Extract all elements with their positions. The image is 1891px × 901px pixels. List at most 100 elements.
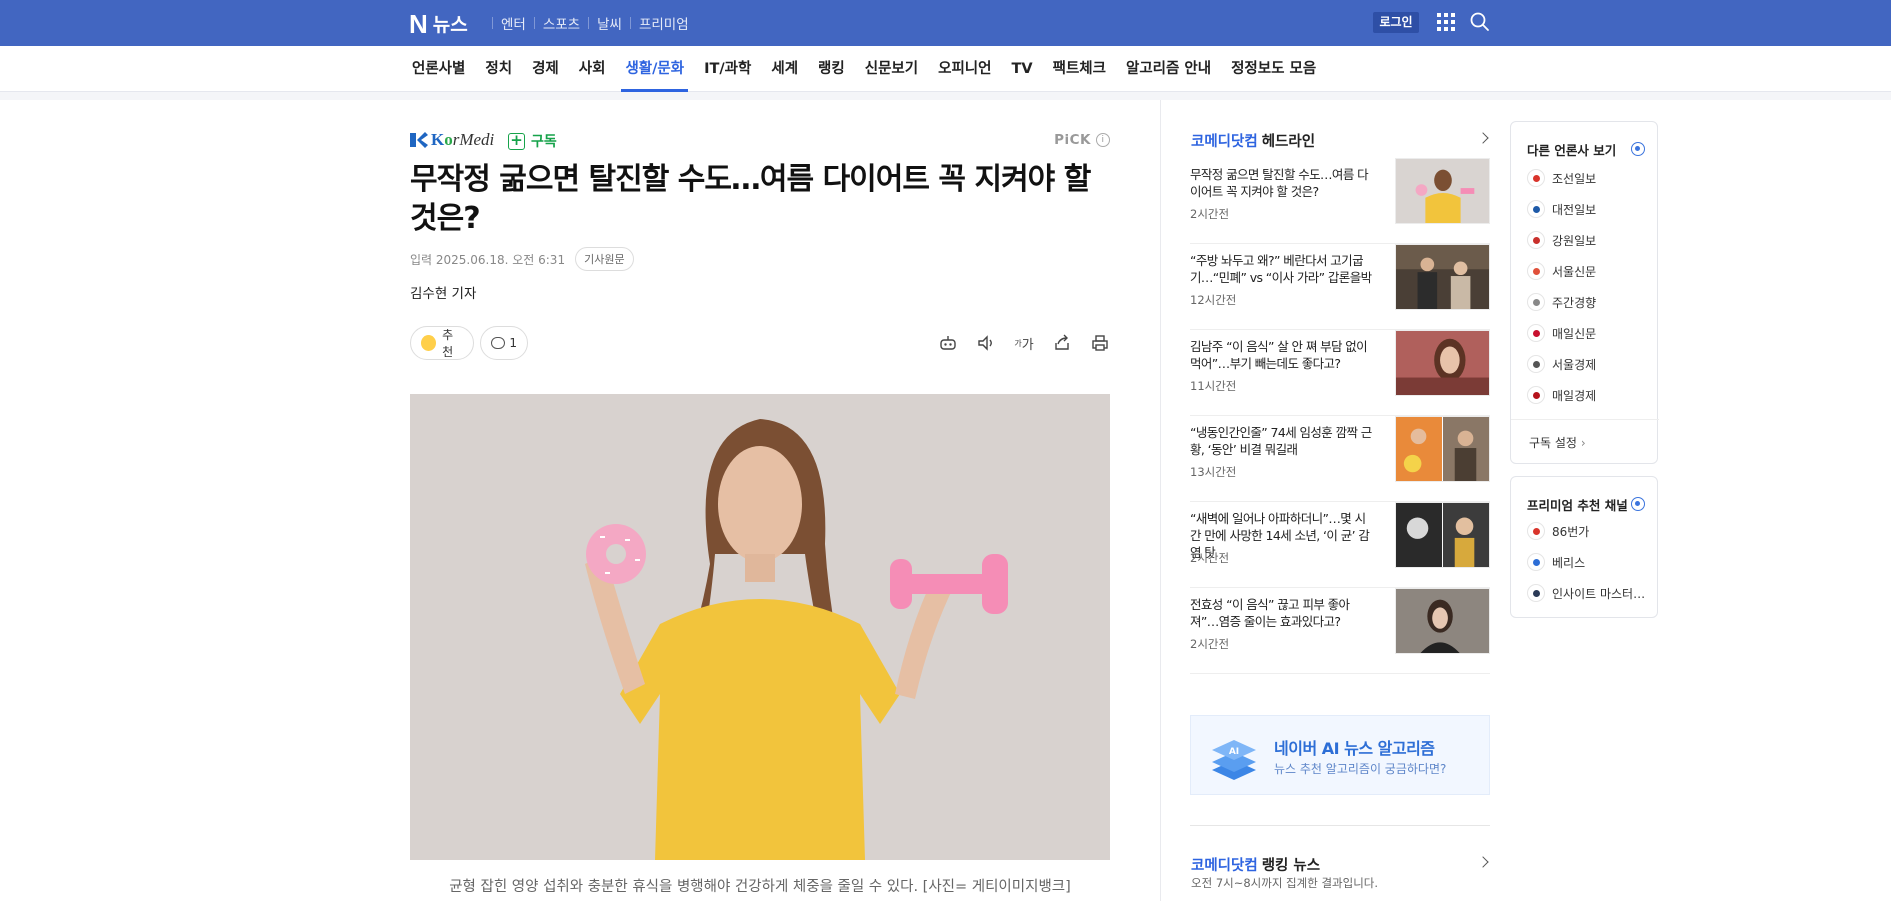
press-item-chosun[interactable]: 조선일보	[1527, 169, 1596, 187]
headline-item[interactable]: 무작정 굶으면 탈진할 수도…여름 다이어트 꼭 지켜야 할 것은? 2시간전	[1190, 158, 1490, 244]
press-logo[interactable]: KorMedi	[410, 130, 494, 150]
login-button[interactable]: 로그인	[1373, 12, 1419, 33]
global-nav-bar: N 뉴스 엔터 스포츠 날씨 프리미엄 로그인	[0, 0, 1891, 46]
press-item-weekly-kyunghyang[interactable]: 주간경향	[1527, 293, 1596, 311]
tab-politics[interactable]: 정치	[485, 46, 512, 92]
headline-item[interactable]: “냉동인간인줄” 74세 임성훈 깜짝 근황, ‘동안’ 비결 뭐길래 13시간…	[1190, 416, 1490, 502]
press-item-daejeon[interactable]: 대전일보	[1527, 200, 1596, 218]
share-icon[interactable]	[1052, 333, 1072, 353]
headline-thumbnail	[1395, 502, 1490, 568]
press-item-maeil-economy[interactable]: 매일경제	[1527, 386, 1596, 404]
divider	[629, 17, 631, 29]
font-size-icon[interactable]: 가가	[1014, 333, 1034, 353]
channel-label: 86번가	[1552, 524, 1590, 539]
subscribe-button[interactable]: + 구독	[508, 131, 557, 151]
press-item-label: 서울경제	[1552, 357, 1597, 372]
ranking-section-header[interactable]: 코메디닷컴 랭킹 뉴스	[1191, 854, 1491, 875]
headline-time: 11시간전	[1190, 379, 1237, 393]
print-icon[interactable]	[1090, 333, 1110, 353]
channel-avatar	[1527, 553, 1545, 571]
naver-n-logo: N	[409, 8, 428, 39]
ai-layers-icon: AI	[1212, 740, 1256, 780]
summary-bot-icon[interactable]	[938, 333, 958, 353]
article-photo	[410, 394, 1110, 860]
service-link-entertainment[interactable]: 엔터	[501, 13, 526, 33]
service-link-weather[interactable]: 날씨	[597, 13, 622, 33]
press-item-seoul-economy[interactable]: 서울경제	[1527, 355, 1596, 373]
channel-label: 베리스	[1552, 555, 1586, 570]
comment-button[interactable]: 1	[480, 326, 528, 360]
tab-opinion[interactable]: 오피니언	[938, 46, 991, 92]
tab-economy[interactable]: 경제	[532, 46, 559, 92]
tab-life-culture[interactable]: 생활/문화	[621, 46, 688, 92]
article-tools: 가가	[920, 333, 1110, 353]
press-logo-icon	[1527, 293, 1545, 311]
divider	[1190, 825, 1490, 826]
press-item-label: 조선일보	[1552, 171, 1597, 186]
plus-icon: +	[508, 132, 525, 150]
original-article-link[interactable]: 기사원문	[575, 247, 634, 271]
tab-newspaper[interactable]: 신문보기	[865, 46, 918, 92]
divider	[533, 17, 535, 29]
tab-ranking[interactable]: 랭킹	[818, 46, 845, 92]
speaker-icon[interactable]	[976, 333, 996, 353]
subscription-settings-link[interactable]: 구독 설정 ›	[1529, 434, 1586, 451]
service-link-premium[interactable]: 프리미엄	[639, 13, 689, 33]
headline-time: 13시간전	[1190, 465, 1237, 479]
tab-algorithm[interactable]: 알고리즘 안내	[1126, 46, 1211, 92]
pick-label: PiCK	[1054, 132, 1091, 148]
headline-time: 2시간전	[1190, 207, 1230, 221]
press-item-seoul-shinmun[interactable]: 서울신문	[1527, 262, 1596, 280]
search-icon[interactable]	[1469, 11, 1491, 33]
headline-time: 12시간전	[1190, 293, 1237, 307]
tab-factcheck[interactable]: 팩트체크	[1053, 46, 1106, 92]
headline-thumbnail	[1395, 158, 1490, 224]
premium-channels-card: 프리미엄 추천 채널 86번가 베리스 인사이트 마스터…	[1510, 476, 1658, 618]
settings-label: 구독 설정	[1529, 436, 1577, 450]
publish-date: 입력 2025.06.18. 오전 6:31	[410, 252, 566, 267]
tab-world[interactable]: 세계	[771, 46, 798, 92]
info-icon[interactable]: i	[1096, 133, 1110, 147]
recommend-button[interactable]: 추천	[410, 326, 474, 360]
ai-badge: AI	[1229, 747, 1239, 757]
headline-item[interactable]: 김남주 “이 음식” 살 안 쪄 부담 없이 먹어”…부기 빼는데도 좋다고? …	[1190, 330, 1490, 416]
headline-press-name: 코메디닷컴	[1191, 134, 1258, 150]
headline-item[interactable]: 전효성 “이 음식” 끊고 피부 좋아져”…염증 줄이는 효과있다고? 2시간전	[1190, 588, 1490, 674]
divider-band	[0, 92, 1891, 100]
headline-item[interactable]: “새벽에 일어나 아파하더니”…몇 시간 만에 사망한 14세 소년, ‘이 균…	[1190, 502, 1490, 588]
press-item-label: 매일경제	[1552, 388, 1597, 403]
smile-icon	[421, 335, 437, 351]
press-logo-icon	[1527, 386, 1545, 404]
reporter-name[interactable]: 김수현 기자	[410, 282, 476, 302]
tab-society[interactable]: 사회	[579, 46, 606, 92]
apps-grid-icon[interactable]	[1437, 13, 1455, 31]
ranking-press-name: 코메디닷컴	[1191, 858, 1258, 874]
premium-channel-item[interactable]: 86번가	[1527, 522, 1589, 540]
refresh-icon[interactable]	[1631, 142, 1645, 156]
headline-label: 헤드라인	[1261, 134, 1316, 150]
ranking-label: 랭킹 뉴스	[1261, 858, 1321, 874]
pick-badge[interactable]: PiCK i	[1054, 132, 1110, 148]
headline-thumbnail	[1395, 244, 1490, 310]
tab-tv[interactable]: TV	[1011, 46, 1032, 92]
refresh-icon[interactable]	[1631, 497, 1645, 511]
ai-algorithm-banner[interactable]: AI 네이버 AI 뉴스 알고리즘 뉴스 추천 알고리즘이 궁금하다면?	[1190, 715, 1490, 795]
press-name-o: o	[444, 130, 453, 149]
ranking-subtitle: 오전 7시~8시까지 집계한 결과입니다.	[1191, 876, 1379, 890]
premium-channel-item[interactable]: 베리스	[1527, 553, 1585, 571]
tab-it-science[interactable]: IT/과학	[704, 46, 751, 92]
naver-news-logo[interactable]: N 뉴스	[409, 10, 468, 37]
photo-caption: 균형 잡힌 영양 섭취와 충분한 휴식을 병행해야 건강하게 체중을 줄일 수 …	[449, 879, 1071, 895]
headline-section-header[interactable]: 코메디닷컴 헤드라인	[1191, 130, 1491, 151]
headline-thumbnail	[1395, 416, 1490, 482]
press-item-label: 매일신문	[1552, 326, 1597, 341]
tab-corrections[interactable]: 정정보도 모음	[1231, 46, 1316, 92]
tab-press[interactable]: 언론사별	[412, 46, 465, 92]
service-link-sports[interactable]: 스포츠	[543, 13, 580, 33]
channel-avatar	[1527, 584, 1545, 602]
premium-channel-item[interactable]: 인사이트 마스터…	[1527, 584, 1645, 602]
headline-item[interactable]: “주방 놔두고 왜?” 베란다서 고기굽기…“민폐” vs “이사 가라” 갑론…	[1190, 244, 1490, 330]
press-item-gangwon[interactable]: 강원일보	[1527, 231, 1596, 249]
press-item-maeil-shinmun[interactable]: 매일신문	[1527, 324, 1596, 342]
headline-time: 2시간전	[1190, 637, 1230, 651]
